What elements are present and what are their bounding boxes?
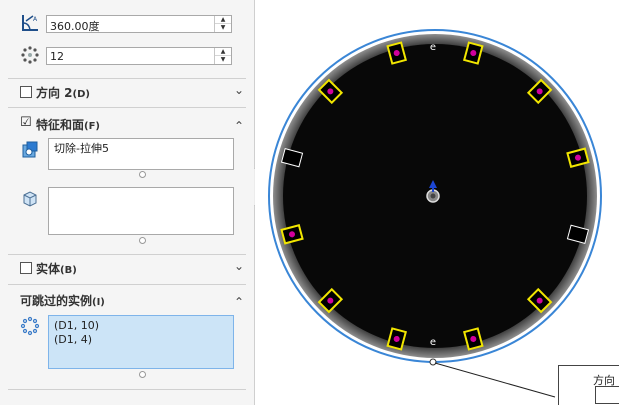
direction2-header[interactable]: 方向 2(D) ⌄ [0, 80, 254, 104]
bodies-checkbox[interactable] [20, 262, 32, 274]
angle-icon: A [20, 13, 40, 33]
feature-item[interactable]: 切除-拉伸5 [49, 139, 233, 155]
skip-item[interactable]: (D1, 4) [49, 332, 233, 346]
divider [8, 107, 246, 108]
count-input[interactable]: 12 ▲ ▼ [46, 47, 232, 65]
list-resize-handle[interactable] [139, 171, 146, 178]
feature-icon [20, 140, 40, 160]
marker-bottom: e [430, 337, 436, 348]
skip-instances-icon [20, 316, 40, 336]
chevron-down-icon[interactable]: ⌄ [234, 83, 244, 97]
angle-value: 360.00度 [50, 20, 100, 33]
direction2-hotkey: (D) [72, 89, 90, 100]
features-label: 特征和面 [36, 118, 85, 132]
skip-label: 可跳过的实例 [20, 294, 93, 308]
divider [8, 389, 246, 390]
table-cell [595, 386, 619, 404]
chevron-down-icon[interactable]: ⌄ [234, 259, 244, 273]
center-point [430, 193, 436, 199]
face-icon [20, 189, 40, 209]
chevron-up-icon[interactable]: ⌃ [234, 295, 244, 309]
angle-spinner[interactable]: ▲ ▼ [214, 16, 231, 32]
pattern-table-stub: 方向 [558, 365, 619, 405]
features-hotkey: (F) [84, 121, 100, 132]
model-canvas[interactable]: e e [255, 0, 619, 405]
leader-anchor[interactable] [429, 358, 437, 366]
list-resize-handle[interactable] [139, 371, 146, 378]
divider [8, 78, 246, 79]
svg-text:A: A [33, 16, 38, 23]
divider [8, 254, 246, 255]
skip-header[interactable]: 可跳过的实例(I) ⌃ [0, 288, 254, 312]
features-header[interactable]: ☑ 特征和面(F) ⌃ [0, 112, 254, 136]
angle-input[interactable]: 360.00度 ▲ ▼ [46, 15, 232, 33]
direction2-checkbox[interactable] [20, 86, 32, 98]
divider [8, 284, 246, 285]
list-resize-handle[interactable] [139, 237, 146, 244]
features-list[interactable]: 切除-拉伸5 [48, 138, 234, 170]
count-spinner[interactable]: ▲ ▼ [214, 48, 231, 64]
skip-item[interactable]: (D1, 10) [49, 316, 233, 332]
graphics-viewport[interactable]: e e [255, 0, 619, 405]
features-checkbox[interactable]: ☑ [20, 116, 32, 129]
leader-line [434, 362, 556, 398]
marker-top: e [430, 42, 436, 53]
skip-instances-list[interactable]: (D1, 10) (D1, 4) [48, 315, 234, 369]
count-value: 12 [50, 50, 64, 63]
property-manager-panel: A 360.00度 ▲ ▼ 12 ▲ ▼ 方向 2(D) ⌄ ☑ 特征和面(F) ⌃ [0, 0, 255, 405]
chevron-up-icon[interactable]: ⌃ [234, 119, 244, 133]
bodies-label: 实体 [36, 262, 61, 276]
skip-hotkey: (I) [92, 297, 105, 308]
bodies-header[interactable]: 实体(B) ⌄ [0, 256, 254, 280]
pattern-count-icon [20, 45, 40, 65]
faces-list[interactable] [48, 187, 234, 235]
direction2-label: 方向 2 [36, 86, 73, 100]
bodies-hotkey: (B) [60, 265, 77, 276]
